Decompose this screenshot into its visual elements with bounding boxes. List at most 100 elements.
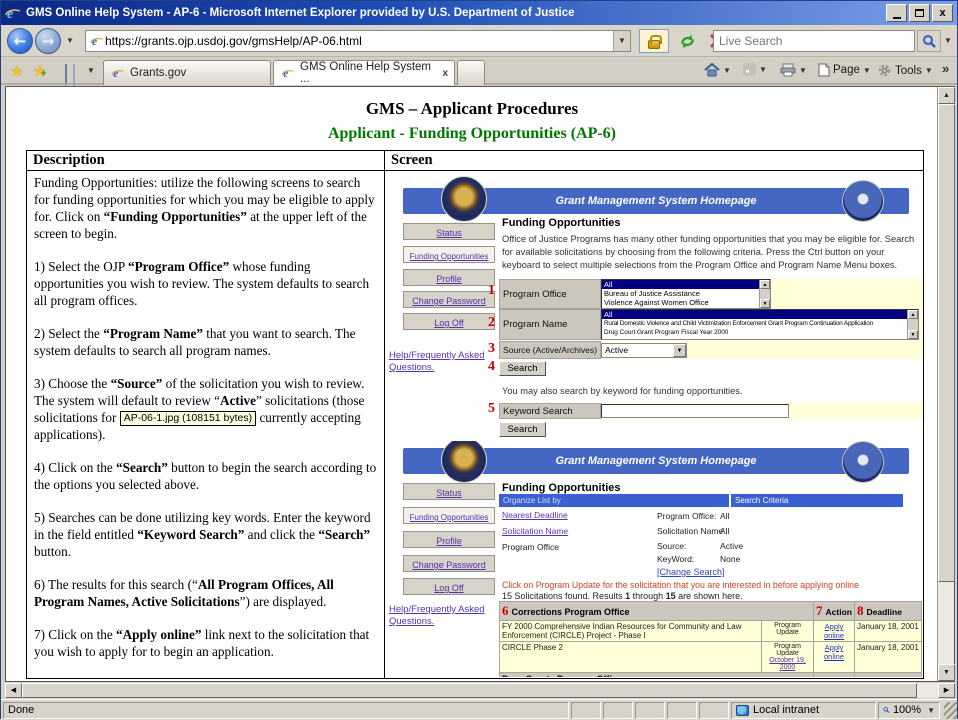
address-bar[interactable]: e https://grants.ojp.usdoj.gov/gmsHelp/A… <box>85 30 631 52</box>
command-overflow-icon[interactable]: » <box>942 61 949 76</box>
change-search-link[interactable]: [Change Search] <box>657 567 725 577</box>
search-go-button[interactable] <box>917 30 941 52</box>
feeds-button[interactable]: ▼ <box>743 63 767 76</box>
horizontal-scroll-thumb[interactable] <box>22 683 917 698</box>
search-options-dropdown-icon[interactable]: ▼ <box>941 30 955 52</box>
zoom-dropdown-icon[interactable]: ▼ <box>927 706 935 715</box>
tools-dropdown-icon[interactable]: ▼ <box>925 66 933 75</box>
forward-button[interactable]: → <box>35 28 61 54</box>
quick-tabs-icon[interactable] <box>65 65 67 83</box>
tab-label[interactable]: GMS Online Help System ... <box>300 61 432 85</box>
back-button[interactable]: ← <box>7 28 33 54</box>
resize-grip[interactable] <box>944 702 957 719</box>
list-option[interactable]: Violence Against Women Office <box>602 298 759 307</box>
feeds-dropdown-icon[interactable]: ▼ <box>759 65 767 74</box>
tab-grants-gov[interactable]: e Grants.gov <box>103 60 271 85</box>
sidebar-link[interactable]: Status <box>436 228 462 238</box>
program-update-date-link[interactable]: October 19, 2000 <box>769 657 806 671</box>
help-faq-link[interactable]: Help/Frequently Asked Questions. <box>389 350 501 374</box>
list-option[interactable]: All <box>602 280 759 289</box>
program-update-notice: Click on Program Update for the solicita… <box>502 580 859 590</box>
sidebar-item-status[interactable]: Status <box>403 223 495 240</box>
sidebar-item-log-off[interactable]: Log Off <box>403 578 495 595</box>
url-text[interactable]: https://grants.ojp.usdoj.gov/gmsHelp/AP-… <box>105 34 613 48</box>
sidebar-item-profile[interactable]: Profile <box>403 269 495 286</box>
tools-menu-label[interactable]: Tools <box>895 65 922 77</box>
sidebar-link[interactable]: Log Off <box>434 583 463 593</box>
program-office-listbox[interactable]: All Bureau of Justice Assistance Violenc… <box>601 279 771 309</box>
zone-label: Local intranet <box>753 704 819 716</box>
page-menu-label[interactable]: Page <box>833 64 860 76</box>
scroll-up-icon[interactable]: ▲ <box>760 280 770 289</box>
list-option[interactable]: Bureau of Justice Assistance <box>602 289 759 298</box>
scroll-right-icon[interactable]: ▶ <box>938 683 955 698</box>
home-button[interactable]: ▼ <box>704 63 731 77</box>
select-dropdown-icon[interactable]: ▼ <box>673 344 686 357</box>
vertical-scrollbar[interactable]: ▲ ▼ <box>937 87 954 681</box>
sidebar-link[interactable]: Status <box>436 488 462 498</box>
zoom-pane[interactable]: 100% ▼ <box>878 702 940 719</box>
listbox-scrollbar[interactable]: ▲▼ <box>759 280 770 308</box>
security-lock-button[interactable] <box>639 29 669 53</box>
history-dropdown-icon[interactable]: ▼ <box>63 28 77 54</box>
sidebar-item-change-password[interactable]: Change Password <box>403 555 495 572</box>
apply-online-link[interactable]: Apply online <box>824 622 844 640</box>
keyword-search-button[interactable]: Search <box>499 422 546 437</box>
sidebar-item-log-off[interactable]: Log Off <box>403 313 495 330</box>
tab-label[interactable]: Grants.gov <box>130 67 186 79</box>
print-dropdown-icon[interactable]: ▼ <box>799 66 807 75</box>
add-favorite-icon[interactable]: ★+ <box>33 62 46 80</box>
tools-menu-button[interactable]: Tools ▼ <box>877 63 933 78</box>
close-button[interactable]: x <box>932 4 953 22</box>
sidebar-link[interactable]: Change Password <box>412 560 486 570</box>
tab-gms-help[interactable]: e GMS Online Help System ... x <box>273 60 455 85</box>
sidebar-link[interactable]: Log Off <box>434 318 463 328</box>
list-option[interactable]: All <box>602 310 907 319</box>
listbox-scrollbar[interactable]: ▲▼ <box>907 310 918 339</box>
sidebar-item-status[interactable]: Status <box>403 483 495 500</box>
sidebar-link[interactable]: Profile <box>436 274 462 284</box>
page-dropdown-icon[interactable]: ▼ <box>863 66 871 75</box>
sidebar-link[interactable]: Funding Opportunities <box>410 252 489 261</box>
tab-close-icon[interactable]: x <box>442 68 448 79</box>
apply-online-link[interactable]: Apply online <box>824 643 844 661</box>
maximize-button[interactable] <box>909 4 930 22</box>
print-button[interactable]: ▼ <box>780 63 807 77</box>
search-input[interactable] <box>714 31 914 51</box>
program-name-listbox[interactable]: All Rural Domestic Violence and Child Vi… <box>601 309 919 340</box>
favorites-star-icon[interactable]: ★ <box>10 62 23 80</box>
sidebar-link[interactable]: Funding Opportunities <box>410 513 489 522</box>
sidebar-item-funding-opportunities[interactable]: Funding Opportunities <box>403 246 495 263</box>
vertical-scroll-thumb[interactable] <box>938 104 955 582</box>
sidebar-link[interactable]: Change Password <box>412 296 486 306</box>
zoom-level[interactable]: 100% <box>893 704 921 716</box>
list-option[interactable]: Rural Domestic Violence and Child Victim… <box>602 319 907 328</box>
scroll-down-icon[interactable]: ▼ <box>760 299 770 308</box>
search-button[interactable]: Search <box>499 361 546 376</box>
scroll-up-icon[interactable]: ▲ <box>938 87 955 104</box>
home-dropdown-icon[interactable]: ▼ <box>723 66 731 75</box>
scroll-up-icon[interactable]: ▲ <box>908 310 918 319</box>
help-faq-link[interactable]: Help/Frequently Asked Questions. <box>389 604 501 628</box>
sort-solicitation-name-link[interactable]: Solicitation Name <box>502 526 568 536</box>
source-selected-value[interactable]: Active <box>602 344 673 357</box>
sort-nearest-deadline-link[interactable]: Nearest Deadline <box>502 510 568 520</box>
keyword-input[interactable] <box>601 404 789 418</box>
scroll-left-icon[interactable]: ◀ <box>5 683 22 698</box>
tab-list-dropdown-icon[interactable]: ▼ <box>87 66 95 75</box>
scroll-down-icon[interactable]: ▼ <box>938 664 955 681</box>
horizontal-scrollbar[interactable]: ◀ ▶ <box>5 683 955 698</box>
list-option[interactable]: Drug Court Grant Program Fiscal Year 200… <box>602 328 907 337</box>
sidebar-item-profile[interactable]: Profile <box>403 531 495 548</box>
address-dropdown-icon[interactable]: ▼ <box>613 31 630 51</box>
minimize-button[interactable] <box>886 4 907 22</box>
page-menu-button[interactable]: Page ▼ <box>818 63 871 77</box>
new-tab-stub[interactable] <box>457 60 485 85</box>
sidebar-item-funding-opportunities[interactable]: Funding Opportunities <box>403 507 495 524</box>
sidebar-link[interactable]: Profile <box>436 536 462 546</box>
source-select[interactable]: Active ▼ <box>601 343 687 358</box>
live-search-box[interactable] <box>713 30 915 52</box>
refresh-button[interactable] <box>673 29 701 53</box>
scroll-down-icon[interactable]: ▼ <box>908 330 918 339</box>
sidebar-item-change-password[interactable]: Change Password <box>403 291 495 308</box>
